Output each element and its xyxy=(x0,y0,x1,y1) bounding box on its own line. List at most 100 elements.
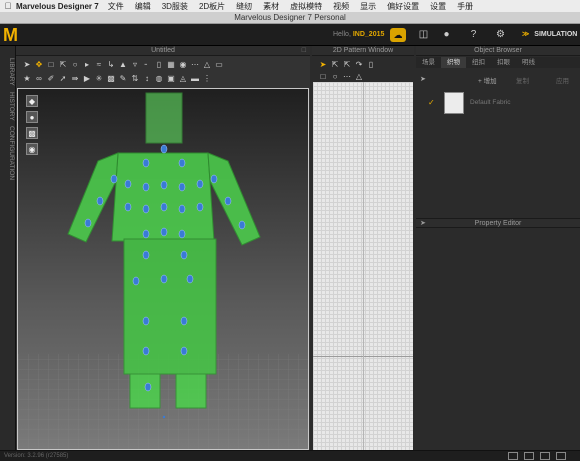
run-icon[interactable]: ∞ xyxy=(34,74,44,84)
hanger-icon[interactable]: △ xyxy=(202,60,212,70)
move-tool-icon[interactable]: ✥ xyxy=(34,60,44,70)
2d-vertical-axis xyxy=(363,82,364,450)
user-icon[interactable]: ● xyxy=(441,29,452,40)
fold-line-icon[interactable]: ▶ xyxy=(82,74,92,84)
arrange-icon[interactable]: ⇅ xyxy=(130,74,140,84)
user-name[interactable]: IND_2015 xyxy=(353,31,385,38)
tab-scene[interactable]: 场景 xyxy=(416,57,441,68)
window-title: Marvelous Designer 7 Personal xyxy=(0,12,580,24)
tab-buttons[interactable]: 纽扣 xyxy=(466,57,491,68)
sidebar-tab-configuration[interactable]: CONFIGURATION xyxy=(1,126,15,180)
layout-split-icon[interactable] xyxy=(524,452,534,460)
simulation-button[interactable]: ≫ SIMULATION xyxy=(522,30,577,38)
texture-icon[interactable]: ▩ xyxy=(106,74,116,84)
3d-window-title: Untitled xyxy=(151,47,175,54)
layout-single-icon[interactable] xyxy=(508,452,518,460)
graphic-icon[interactable]: ▣ xyxy=(166,74,176,84)
object-browser-titlebar: Object Browser xyxy=(416,46,580,56)
help-icon[interactable]: ? xyxy=(468,29,479,40)
left-sidebar: LIBRARY HISTORY CONFIGURATION xyxy=(0,46,16,450)
internal-line-icon[interactable]: ↕ xyxy=(142,74,152,84)
apple-icon[interactable]:  xyxy=(0,1,16,11)
property-editor-titlebar: ➤ Property Editor xyxy=(416,218,580,228)
menu-item-preferences[interactable]: 偏好设置 xyxy=(387,1,419,12)
2d-transform-icon[interactable]: ⇱ xyxy=(330,60,340,70)
menu-item-materials[interactable]: 素材 xyxy=(263,1,279,12)
segment-sew-icon[interactable]: ➚ xyxy=(58,74,68,84)
menu-item-settings[interactable]: 设置 xyxy=(430,1,446,12)
edit-pattern-icon[interactable]: ✐ xyxy=(46,74,56,84)
menu-item-file[interactable]: 文件 xyxy=(108,1,124,12)
garment-torso xyxy=(111,152,215,242)
pattern-icon[interactable]: ▯ xyxy=(154,60,164,70)
free-sew-icon[interactable]: ⇛ xyxy=(70,74,80,84)
steam-icon[interactable]: ≈ xyxy=(94,60,104,70)
tape-icon[interactable]: ◍ xyxy=(154,74,164,84)
layout-quad-icon[interactable] xyxy=(556,452,566,460)
tack-icon[interactable]: ▸ xyxy=(82,60,92,70)
menu-item-edit[interactable]: 编辑 xyxy=(135,1,151,12)
3d-viewport[interactable]: ◆ ● ▩ ◉ xyxy=(17,88,309,450)
avatar-pose-icon[interactable]: ★ xyxy=(22,74,32,84)
add-fabric-button[interactable]: + 增加 xyxy=(478,75,497,85)
2d-rectangle-icon[interactable]: □ xyxy=(318,72,328,82)
shirt-icon[interactable]: ▲ xyxy=(118,60,128,70)
sidebar-tab-history[interactable]: HISTORY xyxy=(1,92,15,121)
speaker-icon[interactable]: ◫ xyxy=(418,29,429,40)
2d-curve-icon[interactable]: ↷ xyxy=(354,60,364,70)
collapse-arrow-icon[interactable]: ➤ xyxy=(420,75,426,83)
copy-fabric-button[interactable]: 复制 xyxy=(516,75,529,85)
menu-item-3d-garment[interactable]: 3D服装 xyxy=(162,1,188,12)
menu-item-display[interactable]: 显示 xyxy=(360,1,376,12)
garment-view-icon[interactable]: ▩ xyxy=(26,127,38,139)
settings-icon[interactable]: ⚙ xyxy=(495,29,506,40)
topstitch-icon[interactable]: ⋯ xyxy=(190,60,200,70)
3d-toolbar-row-2: ★ ∞ ✐ ➚ ⇛ ▶ ✳ ▩ ✎ ⇅ ↕ ◍ ▣ ◬ ▬ ⋮ xyxy=(16,72,212,85)
fold-icon[interactable]: ↳ xyxy=(106,60,116,70)
select-mesh-icon[interactable]: □ xyxy=(46,60,56,70)
menu-item-video[interactable]: 视频 xyxy=(333,1,349,12)
menu-item-2d-pattern[interactable]: 2D板片 xyxy=(199,1,225,12)
fabric-list-item[interactable]: ✓ Default Fabric xyxy=(424,92,574,114)
pin-icon[interactable]: ○ xyxy=(70,60,80,70)
grid-icon[interactable]: ▦ xyxy=(166,60,176,70)
expand-arrow-icon[interactable]: ➤ xyxy=(420,219,426,228)
measure-icon[interactable]: ╴ xyxy=(142,60,152,70)
trace-icon[interactable]: ◬ xyxy=(178,74,188,84)
tab-buttonholes[interactable]: 扣眼 xyxy=(491,57,516,68)
menu-app-name[interactable]: Marvelous Designer 7 xyxy=(16,2,99,11)
camera-view-icon[interactable]: ◉ xyxy=(26,143,38,155)
object-browser-tabs: 场景 织物 纽扣 扣眼 明线 xyxy=(416,57,580,68)
transform-icon[interactable]: ⇱ xyxy=(58,60,68,70)
2d-dart-icon[interactable]: △ xyxy=(354,72,364,82)
2d-circle-icon[interactable]: ○ xyxy=(330,72,340,82)
avatar-view-icon[interactable]: ● xyxy=(26,111,38,123)
sidebar-tab-library[interactable]: LIBRARY xyxy=(1,58,15,86)
button-tool-icon[interactable]: ◉ xyxy=(178,60,188,70)
2d-select-icon[interactable]: ➤ xyxy=(318,60,328,70)
menu-item-manual[interactable]: 手册 xyxy=(457,1,473,12)
2d-edit-point-icon[interactable]: ⇱ xyxy=(342,60,352,70)
3d-scene xyxy=(18,89,308,449)
avatar-display-icon[interactable]: ◆ xyxy=(26,95,38,107)
zipper-icon[interactable]: ✳ xyxy=(94,74,104,84)
tab-fabric[interactable]: 织物 xyxy=(441,57,466,68)
layout-triple-icon[interactable] xyxy=(540,452,550,460)
brush-icon[interactable]: ✎ xyxy=(118,74,128,84)
view-options-icon[interactable]: ⋮ xyxy=(202,74,212,84)
apply-fabric-button[interactable]: 应用 xyxy=(556,75,569,85)
version-label: Version: 3.2.96 (r27585) xyxy=(4,453,69,459)
maximize-icon[interactable]: □ xyxy=(302,46,306,56)
shrink-icon[interactable]: ▿ xyxy=(130,60,140,70)
cloud-sync-icon[interactable]: ☁ xyxy=(390,28,406,42)
menu-item-avatar[interactable]: 虚拟模特 xyxy=(290,1,322,12)
2d-pattern-window: 2D Pattern Window ➤ ⇱ ⇱ ↷ ▯ □ ○ ⋯ △ xyxy=(312,46,414,450)
menu-item-sewing[interactable]: 缝纫 xyxy=(236,1,252,12)
2d-window-titlebar: 2D Pattern Window xyxy=(312,46,414,56)
select-tool-icon[interactable]: ➤ xyxy=(22,60,32,70)
cube-icon[interactable]: ▭ xyxy=(214,60,224,70)
solidify-icon[interactable]: ▬ xyxy=(190,74,200,84)
2d-seam-icon[interactable]: ⋯ xyxy=(342,72,352,82)
tab-topstitch[interactable]: 明线 xyxy=(516,57,541,68)
2d-polygon-icon[interactable]: ▯ xyxy=(366,60,376,70)
